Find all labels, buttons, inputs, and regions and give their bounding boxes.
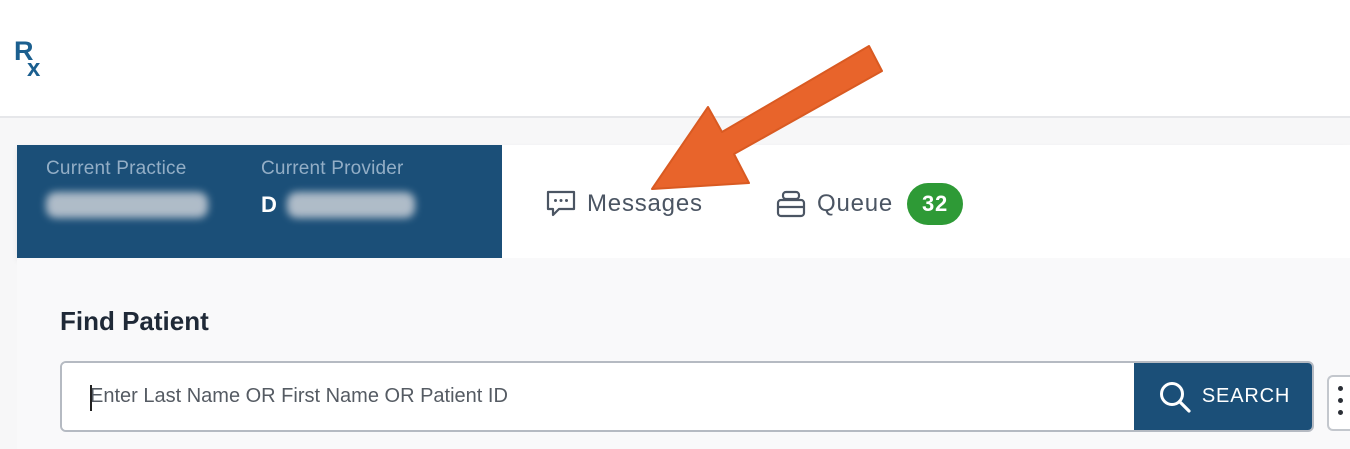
svg-text:x: x — [27, 55, 41, 78]
search-button-label: SEARCH — [1201, 385, 1291, 407]
redacted-provider-name — [286, 192, 415, 218]
queue-nav-link[interactable]: Queue 32 — [775, 183, 964, 225]
magnifier-icon — [1159, 381, 1191, 413]
top-bar: R x — [0, 0, 1350, 118]
more-options-button[interactable] — [1327, 375, 1350, 431]
search-button[interactable]: SEARCH — [1134, 363, 1312, 430]
current-practice-label: Current Practice — [46, 158, 187, 179]
stack-icon — [776, 190, 806, 218]
chat-bubble-icon — [546, 190, 576, 217]
kebab-icon-dot — [1338, 410, 1343, 415]
context-panel[interactable]: Current Practice Current Provider D — [17, 145, 502, 258]
redacted-practice-name — [46, 192, 208, 218]
queue-count-badge: 32 — [907, 183, 964, 225]
find-patient-panel: Find Patient SEARCH — [17, 258, 1350, 449]
kebab-icon — [1338, 386, 1343, 391]
patient-search-input[interactable] — [62, 363, 1134, 430]
patient-search-box: SEARCH — [60, 361, 1314, 432]
main-nav: Current Practice Current Provider D Mess… — [17, 145, 1350, 258]
kebab-icon-dot — [1338, 398, 1343, 403]
rx-logo-icon[interactable]: R x — [14, 36, 54, 78]
provider-initial: D — [261, 192, 277, 217]
current-provider: Current Provider D — [261, 158, 471, 218]
find-patient-title: Find Patient — [60, 306, 209, 336]
current-practice: Current Practice — [46, 158, 231, 218]
messages-nav-link[interactable]: Messages — [545, 187, 703, 221]
messages-label: Messages — [587, 190, 703, 217]
queue-label: Queue — [817, 190, 894, 217]
current-provider-label: Current Provider — [261, 158, 404, 179]
text-cursor — [90, 385, 92, 411]
